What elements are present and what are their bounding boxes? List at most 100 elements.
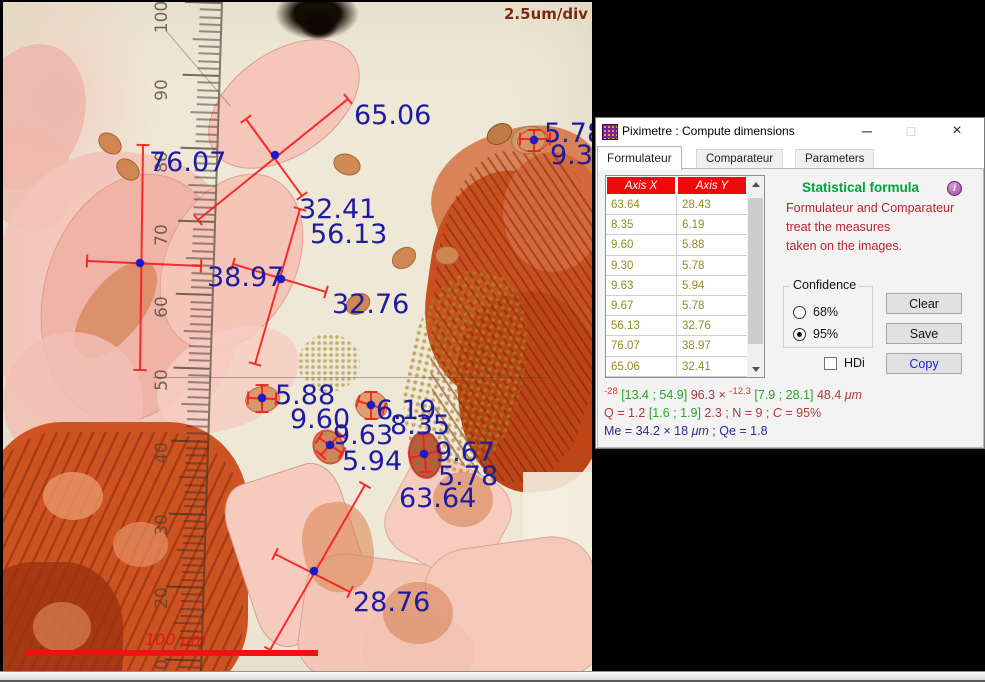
tab-formulateur[interactable]: Formulateur: [597, 146, 682, 170]
table-cell[interactable]: 32.41: [677, 357, 748, 377]
ruler-number: 20: [150, 585, 174, 611]
description-line: taken on the images.: [786, 237, 954, 256]
hdi-checkbox[interactable]: [824, 357, 837, 370]
radio-icon[interactable]: [793, 306, 806, 319]
table-cell[interactable]: 5.88: [677, 235, 748, 255]
ruler-tick: [188, 389, 209, 392]
dialog-titlebar[interactable]: Piximetre : Compute dimensions ─ □ ×: [596, 118, 984, 144]
ruler-number: 70: [150, 222, 174, 248]
scroll-down-arrow[interactable]: [747, 361, 764, 377]
ruler-tick: [186, 447, 207, 450]
stats-line-3: Me = 34.2 × 18 μm ; Qe = 1.8: [604, 422, 982, 440]
ruler-tick: [192, 242, 213, 245]
table-cell[interactable]: 9.67: [606, 296, 677, 316]
table-cell[interactable]: 56.13: [606, 316, 677, 336]
ruler-tick: [182, 557, 203, 560]
ruler-number: 90: [150, 77, 174, 103]
maximize-button[interactable]: □: [890, 118, 932, 144]
ruler-tick: [199, 45, 220, 48]
ruler-tick: [194, 191, 215, 194]
scroll-up-arrow[interactable]: [747, 176, 764, 192]
stats-segment: Me = 34.2 × 18: [604, 424, 692, 438]
ruler-tick: [183, 74, 219, 77]
measure-point[interactable]: [258, 394, 266, 402]
stats-segment: [7.9 ; 28.1]: [751, 388, 817, 402]
ruler-tick: [174, 622, 201, 625]
measurement-label: 63.64: [399, 485, 476, 513]
measure-line-cap: [528, 150, 541, 152]
table-cell[interactable]: 9.60: [606, 235, 677, 255]
stats-segment: [1.6 ; 1.9]: [649, 406, 705, 420]
specimen-blob: [43, 472, 103, 520]
ruler-tick: [191, 301, 212, 304]
radio-icon[interactable]: [793, 328, 806, 341]
table-cell[interactable]: 8.35: [606, 215, 677, 235]
radio-label: 95%: [813, 327, 838, 341]
ruler-tick: [176, 293, 212, 296]
ruler-tick: [188, 381, 209, 384]
measure-point[interactable]: [136, 259, 144, 267]
ruler-number: 40: [150, 440, 174, 466]
stats-segment: -28: [604, 386, 618, 397]
confidence-label: Confidence: [790, 278, 859, 292]
ruler-tick: [193, 235, 214, 238]
column-header-axis-x[interactable]: Axis X: [606, 176, 676, 195]
ruler-tick: [183, 527, 204, 530]
microscope-image[interactable]: 100908070605040302010 76.0765.065.789.30…: [3, 2, 592, 672]
ruler-number: 60: [150, 294, 174, 320]
table-cell[interactable]: 5.78: [677, 296, 748, 316]
stats-segment: 96.3 ×: [691, 388, 730, 402]
tab-comparateur[interactable]: Comparateur: [696, 149, 783, 169]
specimen-blob: [435, 246, 459, 265]
ruler-tick: [181, 403, 208, 406]
table-cell[interactable]: 65.06: [606, 357, 677, 377]
hdi-checkbox-row[interactable]: HDi: [824, 356, 865, 370]
ruler-tick: [181, 608, 202, 611]
measure-line-cap: [519, 133, 521, 146]
table-cell[interactable]: 5.94: [677, 276, 748, 296]
table-cell[interactable]: 63.64: [606, 195, 677, 215]
magnification-label: 2.5um/div: [504, 5, 588, 23]
table-cell[interactable]: 6.19: [677, 215, 748, 235]
hairline-horizontal: [153, 377, 548, 378]
radio-68[interactable]: 68%: [793, 305, 838, 319]
table-cell[interactable]: 28.43: [677, 195, 748, 215]
measure-point[interactable]: [367, 401, 375, 409]
ruler-tick: [191, 111, 218, 114]
measure-point[interactable]: [530, 136, 538, 144]
measure-point[interactable]: [271, 151, 279, 159]
scale-bar: [26, 650, 318, 656]
table-cell[interactable]: 32.76: [677, 316, 748, 336]
measure-point[interactable]: [420, 450, 428, 458]
specimen-blob: [330, 150, 363, 179]
table-cell[interactable]: 9.63: [606, 276, 677, 296]
table-cell[interactable]: 76.07: [606, 336, 677, 356]
table-cell[interactable]: 5.78: [677, 256, 748, 276]
ruler-tick: [193, 228, 214, 231]
save-button[interactable]: Save: [886, 323, 962, 344]
measurement-label: 76.07: [149, 149, 226, 177]
table-scrollbar[interactable]: [747, 176, 764, 377]
ruler-tick: [183, 542, 204, 545]
table-cell[interactable]: 38.97: [677, 336, 748, 356]
measurement-label: 38.97: [207, 264, 284, 292]
minimize-button[interactable]: ─: [846, 118, 888, 144]
column-header-axis-y[interactable]: Axis Y: [677, 176, 747, 195]
scroll-thumb[interactable]: [748, 198, 763, 344]
ruler-tick: [193, 38, 220, 41]
ruler-tick: [186, 432, 207, 435]
copy-button[interactable]: Copy: [886, 353, 962, 374]
ruler-tick: [182, 571, 203, 574]
info-icon[interactable]: i: [947, 181, 962, 196]
close-button[interactable]: ×: [936, 118, 978, 144]
clear-button[interactable]: Clear: [886, 293, 962, 314]
ruler-tick: [181, 593, 202, 596]
stats-segment: -12.3: [729, 386, 751, 397]
measure-point[interactable]: [310, 567, 318, 575]
tab-parameters[interactable]: Parameters: [795, 149, 874, 169]
description-text: Formulateur and Comparateurtreat the mea…: [786, 199, 954, 256]
ruler-tick: [185, 484, 206, 487]
radio-95[interactable]: 95%: [793, 327, 838, 341]
ruler-tick: [183, 535, 204, 538]
table-cell[interactable]: 9.30: [606, 256, 677, 276]
